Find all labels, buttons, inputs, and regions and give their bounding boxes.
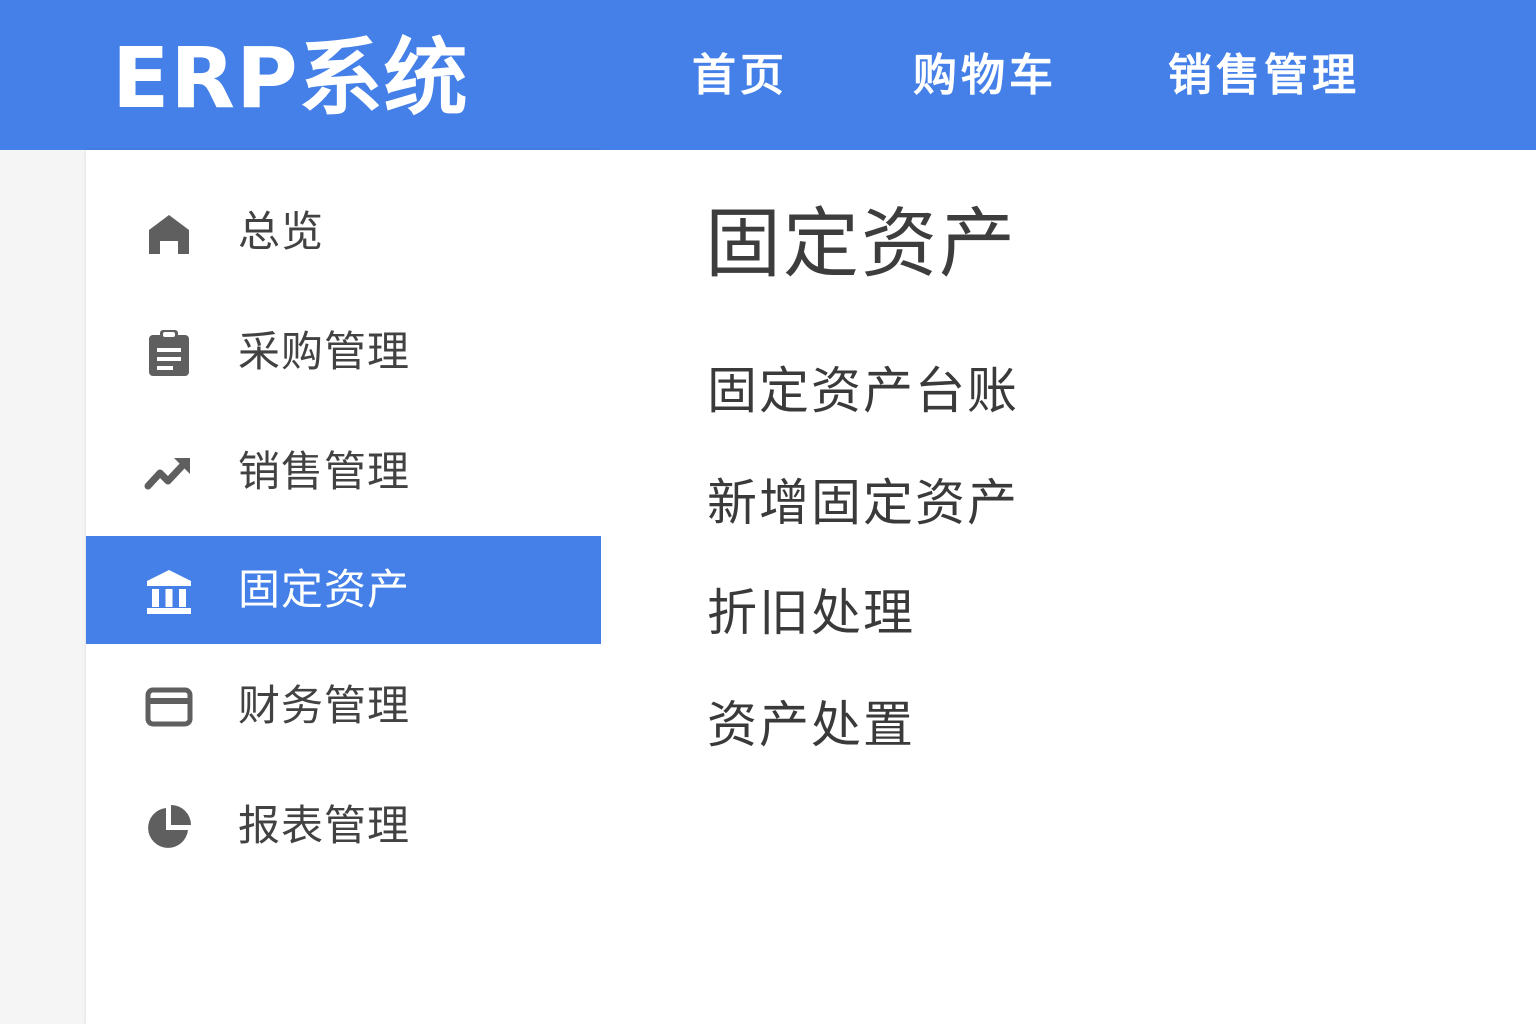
sidebar-item-label: 采购管理 bbox=[238, 327, 411, 376]
sidebar-item-purchasing[interactable]: 采购管理 bbox=[86, 298, 601, 406]
link-asset-ledger[interactable]: 固定资产台账 bbox=[707, 356, 1019, 426]
nav-cart[interactable]: 购物车 bbox=[913, 44, 1057, 108]
sidebar-item-fixed-assets[interactable]: 固定资产 bbox=[86, 536, 601, 644]
nav-home[interactable]: 首页 bbox=[692, 44, 788, 108]
link-add-asset[interactable]: 新增固定资产 bbox=[707, 468, 1019, 538]
pie-chart-icon bbox=[144, 802, 194, 852]
credit-card-icon bbox=[144, 682, 194, 732]
sidebar-item-overview[interactable]: 总览 bbox=[86, 178, 601, 286]
sidebar-item-label: 销售管理 bbox=[238, 447, 411, 496]
bank-icon bbox=[144, 566, 194, 616]
page-title: 固定资产 bbox=[705, 199, 1017, 288]
sidebar-item-reports[interactable]: 报表管理 bbox=[86, 772, 601, 880]
app-logo[interactable]: ERP系统 bbox=[112, 28, 469, 128]
top-navbar: ERP系统 首页 购物车 销售管理 bbox=[0, 0, 1536, 150]
trending-up-icon bbox=[144, 448, 194, 498]
sidebar-item-label: 财务管理 bbox=[238, 681, 411, 730]
sidebar-item-finance[interactable]: 财务管理 bbox=[86, 652, 601, 760]
clipboard-icon bbox=[144, 328, 194, 378]
sidebar-item-label: 总览 bbox=[238, 207, 325, 256]
nav-sales[interactable]: 销售管理 bbox=[1168, 44, 1360, 108]
sidebar-item-label: 固定资产 bbox=[238, 565, 411, 614]
link-asset-disposal[interactable]: 资产处置 bbox=[707, 690, 915, 760]
main-content: 固定资产 固定资产台账 新增固定资产 折旧处理 资产处置 bbox=[601, 150, 1536, 1024]
home-icon bbox=[144, 208, 194, 258]
link-depreciation[interactable]: 折旧处理 bbox=[707, 578, 915, 648]
sidebar: 总览 采购管理 销售管理 固定资产 财务管理 报表管理 bbox=[86, 150, 601, 1024]
sidebar-item-label: 报表管理 bbox=[238, 801, 411, 850]
sidebar-item-sales[interactable]: 销售管理 bbox=[86, 418, 601, 526]
